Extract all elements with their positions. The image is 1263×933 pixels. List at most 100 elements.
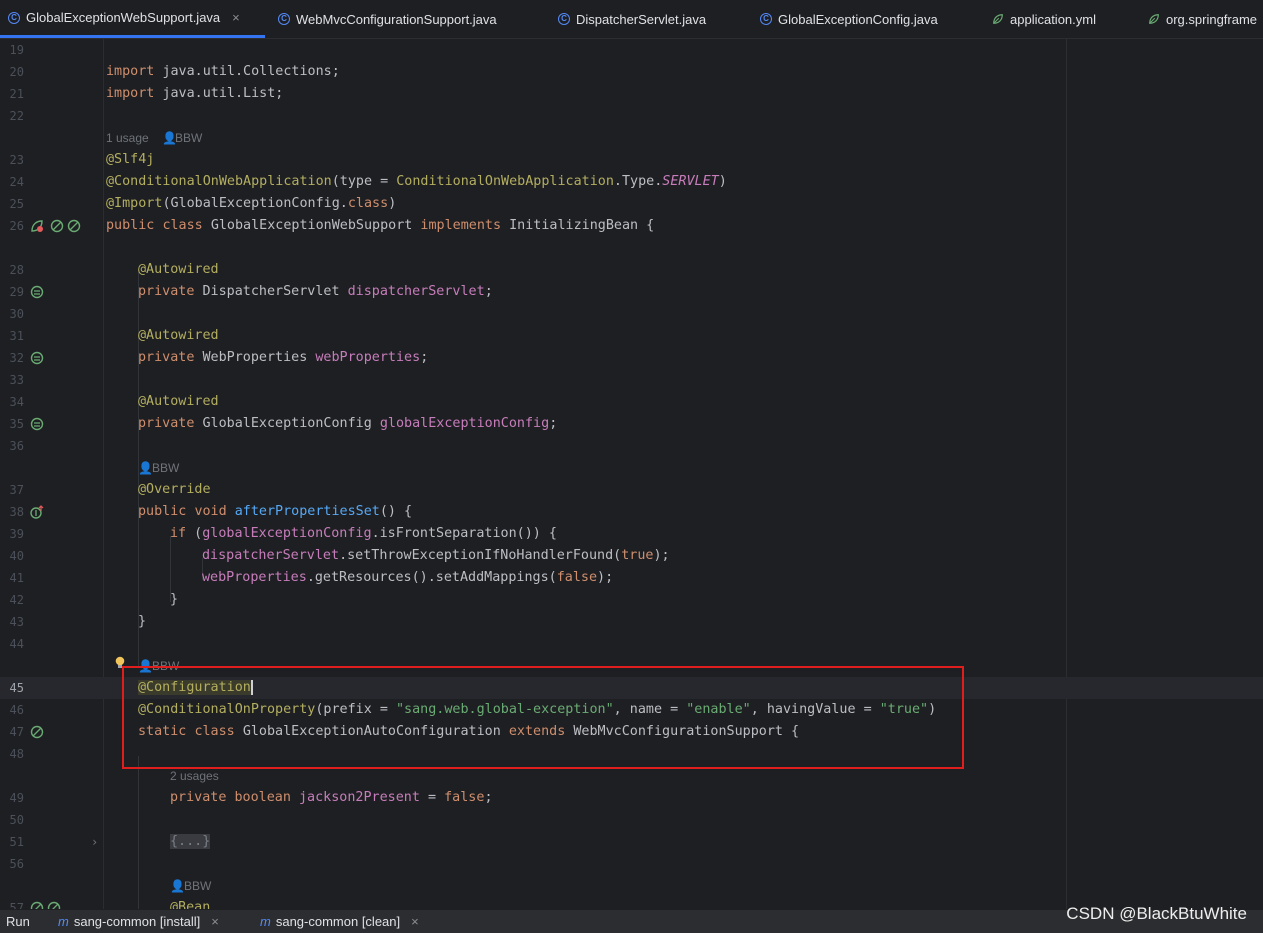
chevron-right-icon[interactable]: ›: [91, 831, 98, 853]
autowired-bean-icon[interactable]: [30, 417, 44, 431]
usages-hint[interactable]: 2 usages: [170, 765, 219, 787]
maven-icon: m: [260, 914, 271, 929]
inlay-hint-row: 👤 BBW: [0, 655, 1263, 677]
code-text: import java.util.Collections;: [106, 64, 340, 79]
author-hint[interactable]: BBW: [175, 127, 202, 149]
code-line: 20 import java.util.Collections;: [0, 61, 1263, 83]
code-line: 25 @Import(GlobalExceptionConfig.class): [0, 193, 1263, 215]
code-text: dispatcherServlet.setThrowExceptionIfNoH…: [202, 548, 670, 563]
author-hint[interactable]: BBW: [152, 655, 179, 677]
code-line: 48: [0, 743, 1263, 765]
line-number: 40: [9, 549, 24, 563]
code-line: 22: [0, 105, 1263, 127]
line-number: 50: [9, 813, 24, 827]
line-number: 25: [9, 197, 24, 211]
code-line: 49 private boolean jackson2Present = fal…: [0, 787, 1263, 809]
code-text: static class GlobalExceptionAutoConfigur…: [138, 724, 800, 739]
code-text: if (globalExceptionConfig.isFrontSeparat…: [170, 526, 557, 541]
code-line: 31 @Autowired: [0, 325, 1263, 347]
code-line: 33: [0, 369, 1263, 391]
editor-tab-bar: C GlobalExceptionWebSupport.java × C Web…: [0, 0, 1263, 39]
usages-hint[interactable]: 1 usage: [106, 127, 149, 149]
code-text: private boolean jackson2Present = false;: [170, 790, 493, 805]
line-number: 46: [9, 703, 24, 717]
spring-bean-icon[interactable]: [67, 219, 81, 233]
code-line: 28 @Autowired: [0, 259, 1263, 281]
line-number: 51: [9, 835, 24, 849]
line-number: 39: [9, 527, 24, 541]
tab-org-springframe[interactable]: org.springframe: [1148, 0, 1257, 38]
code-line: 23 @Slf4j: [0, 149, 1263, 171]
code-line: 56: [0, 853, 1263, 875]
code-text: @Slf4j: [106, 152, 155, 167]
run-label[interactable]: Run: [6, 914, 30, 929]
run-tab-clean[interactable]: m sang-common [clean] ×: [260, 914, 419, 929]
code-line: 44: [0, 633, 1263, 655]
spring-bean-icon[interactable]: [30, 901, 44, 909]
code-text: @ConditionalOnProperty(prefix = "sang.we…: [138, 702, 937, 717]
code-line: 39 if (globalExceptionConfig.isFrontSepa…: [0, 523, 1263, 545]
spring-bean-icon[interactable]: [50, 219, 64, 233]
folded-region[interactable]: {...}: [170, 831, 211, 853]
lightbulb-icon[interactable]: [113, 655, 127, 669]
implements-method-icon[interactable]: [30, 505, 44, 519]
spring-bean-icon[interactable]: [30, 725, 44, 739]
line-number: 32: [9, 351, 24, 365]
inlay-hint-row: 1 usage 👤 BBW: [0, 127, 1263, 149]
tab-label: GlobalExceptionConfig.java: [778, 11, 938, 27]
line-number: 44: [9, 637, 24, 651]
code-line: 32 private WebProperties webProperties;: [0, 347, 1263, 369]
tab-globalexceptionconfig[interactable]: C GlobalExceptionConfig.java: [760, 0, 938, 38]
line-number: 42: [9, 593, 24, 607]
line-number: 34: [9, 395, 24, 409]
run-tab-install[interactable]: m sang-common [install] ×: [58, 914, 219, 929]
line-number: 29: [9, 285, 24, 299]
spring-bean-run-icon[interactable]: [30, 219, 44, 233]
line-number: 38: [9, 505, 24, 519]
line-number: 45: [9, 681, 24, 695]
close-icon[interactable]: ×: [232, 10, 240, 25]
code-editor[interactable]: 19 20 import java.util.Collections; 21 i…: [0, 39, 1263, 909]
line-number: 56: [9, 857, 24, 871]
line-number: 57: [9, 901, 24, 909]
leaf-icon: [1149, 14, 1159, 24]
text-caret: [250, 680, 253, 695]
code-line: 24 @ConditionalOnWebApplication(type = C…: [0, 171, 1263, 193]
autowired-bean-icon[interactable]: [30, 285, 44, 299]
code-text: @Autowired: [138, 262, 219, 277]
code-text: }: [138, 614, 147, 629]
spring-bean-icon[interactable]: [47, 901, 61, 909]
code-text: private WebProperties webProperties;: [138, 350, 429, 365]
maven-icon: m: [58, 914, 69, 929]
close-icon[interactable]: ×: [411, 914, 419, 929]
line-number: 26: [9, 219, 24, 233]
inlay-hint-row: 👤 BBW: [0, 457, 1263, 479]
line-number: 31: [9, 329, 24, 343]
line-number: 35: [9, 417, 24, 431]
line-number: 47: [9, 725, 24, 739]
author-hint[interactable]: BBW: [184, 875, 211, 897]
run-tab-label: sang-common [clean]: [275, 914, 401, 929]
yaml-leaf-icon: [993, 14, 1003, 24]
line-number: 20: [9, 65, 24, 79]
line-number: 36: [9, 439, 24, 453]
author-icon: 👤: [138, 461, 153, 475]
code-line-current: 45 @Configuration: [0, 677, 1263, 699]
tab-globalexceptionwebsupport[interactable]: C GlobalExceptionWebSupport.java ×: [0, 0, 265, 38]
close-icon[interactable]: ×: [211, 914, 219, 929]
line-number: 21: [9, 87, 24, 101]
inlay-hint-row: 2 usages: [0, 765, 1263, 787]
author-hint[interactable]: BBW: [152, 457, 179, 479]
code-text: @Override: [138, 482, 211, 497]
line-number: 22: [9, 109, 24, 123]
line-number: 49: [9, 791, 24, 805]
tab-label: application.yml: [1010, 11, 1096, 27]
code-text: private GlobalExceptionConfig globalExce…: [138, 416, 558, 431]
tab-application-yml[interactable]: application.yml: [992, 0, 1096, 38]
code-text: public class GlobalExceptionWebSupport i…: [106, 218, 655, 233]
code-line: 43 }: [0, 611, 1263, 633]
tab-dispatcherservlet[interactable]: C DispatcherServlet.java: [558, 0, 706, 38]
code-line: 47 static class GlobalExceptionAutoConfi…: [0, 721, 1263, 743]
tab-webmvcconfigurationsupport[interactable]: C WebMvcConfigurationSupport.java: [278, 0, 497, 38]
autowired-bean-icon[interactable]: [30, 351, 44, 365]
